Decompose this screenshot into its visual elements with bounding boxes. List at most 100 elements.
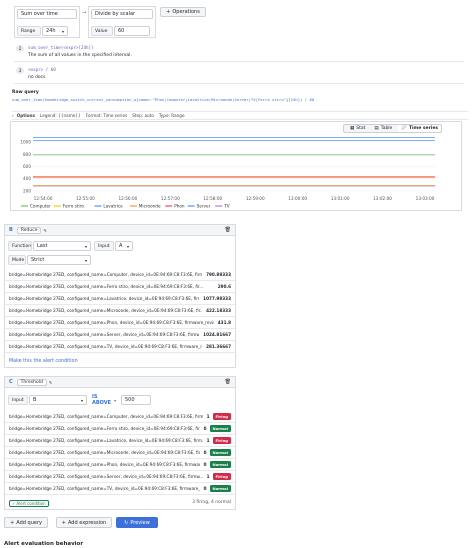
tab-table[interactable]: ▤ Table xyxy=(371,125,395,132)
range-select[interactable]: 24h ▾ xyxy=(42,26,68,36)
edit-icon[interactable]: ✎ xyxy=(43,228,46,233)
function-select[interactable]: Last ▾ xyxy=(33,241,91,251)
x-tick-label: 12:57:00 xyxy=(161,196,180,201)
value-input[interactable]: 60 xyxy=(114,26,150,36)
add-query-button[interactable]: + Add query xyxy=(4,517,48,528)
options-legend: Legend: {{name}} xyxy=(40,113,81,118)
legend-label: Phon xyxy=(174,204,185,209)
chevron-down-icon: ▾ xyxy=(114,397,117,403)
x-tick-label: 12:56:00 xyxy=(118,196,137,201)
raw-query-section: Raw query sum_over_time(homebridge_switc… xyxy=(12,90,468,106)
table-row: bridge=Homebridge 27ED, configured_name=… xyxy=(5,341,235,353)
chart-line-icon: 📈 xyxy=(401,126,407,131)
input-label: Input xyxy=(8,395,28,405)
range-label: Range xyxy=(17,26,41,36)
options-format: Format: Time series xyxy=(85,113,128,118)
arrow-icon: → xyxy=(82,10,87,16)
preview-chart-panel: ▦ Stat ▤ Table 📈 Time series 1000 800 600 400 2… xyxy=(10,121,462,211)
function-label: Function xyxy=(8,241,32,251)
card-letter: B xyxy=(9,227,13,233)
trash-icon[interactable]: 🗑 xyxy=(225,379,231,385)
options-label: Options xyxy=(16,113,36,118)
docs-row-2: 2 sum_over_time(<expr>[24h]) The sum of … xyxy=(14,44,464,62)
chevron-down-icon: ▾ xyxy=(80,397,83,403)
y-tick-label: 400 xyxy=(23,176,31,181)
legend-label: Ferro stiro xyxy=(63,204,85,209)
raw-query-text: sum_over_time(homebridge_switch_current_… xyxy=(12,97,315,102)
status-badge: Normal xyxy=(209,449,231,456)
input-select[interactable]: B ▾ xyxy=(29,395,87,405)
table-row: bridge=Homebridge 27ED, configured_name=… xyxy=(5,411,235,423)
input-select[interactable]: A ▾ xyxy=(115,241,133,251)
input-label: Input xyxy=(94,241,114,251)
mode-select[interactable]: Strict ▾ xyxy=(27,255,91,265)
time-series-chart: 1000 800 600 400 20012:54:00 12:55:00 12:56:00… xyxy=(20,136,435,209)
query-builder-panel: Sum over time Range 24h ▾ → Divide by sca… xyxy=(6,4,468,92)
table-row: bridge=Homebridge 27ED, configured_name=… xyxy=(5,483,235,495)
options-bar[interactable]: › Options Legend: {{name}} Format: Time … xyxy=(12,111,468,120)
make-alert-condition-link[interactable]: Make this the alert condition xyxy=(9,359,78,364)
operation-card-divide: Divide by scalar Value 60 xyxy=(88,6,156,38)
table-row: bridge=Homebridge 27ED, configured_name=… xyxy=(5,269,235,281)
legend-label: Microonde xyxy=(139,204,161,209)
threshold-input[interactable]: 500 xyxy=(121,395,151,405)
mode-label: Mode xyxy=(8,255,26,265)
plus-icon: + xyxy=(166,9,171,15)
status-badge: Normal xyxy=(209,461,231,468)
threshold-summary: 3 firing, 4 normal xyxy=(192,500,231,505)
x-tick-label: 12:59:00 xyxy=(246,196,265,201)
view-tabs: ▦ Stat ▤ Table 📈 Time series xyxy=(343,124,443,133)
card-header: B Reduce ✎ 🗑 xyxy=(5,225,235,236)
plus-icon: + xyxy=(10,519,15,526)
expression-card-threshold: C Threshold ✎ 🗑 Input B ▾ IS ABOVE ▾ 500 b… xyxy=(4,376,236,510)
table-row: bridge=Homebridge 27ED, configured_name=… xyxy=(5,423,235,435)
options-step: Step: auto xyxy=(132,113,154,118)
table-row: bridge=Homebridge 27ED, configured_name=… xyxy=(5,435,235,447)
status-badge: Firing xyxy=(212,437,231,444)
doc-code: sum_over_time(<expr>[24h]) xyxy=(28,45,94,50)
y-tick-label: 600 xyxy=(23,164,31,169)
chevron-down-icon: ▾ xyxy=(126,243,129,249)
operations-button[interactable]: + Operations xyxy=(160,7,206,17)
function-select[interactable]: Sum over time xyxy=(17,9,77,19)
status-badge: Normal xyxy=(209,485,231,492)
tab-stat[interactable]: ▦ Stat xyxy=(347,125,368,132)
value-label: Value xyxy=(91,26,113,36)
stat-icon: ▦ xyxy=(350,126,355,131)
legend-label: Lavatrice xyxy=(103,204,123,209)
table-row: bridge=Homebridge 27ED, configured_name=… xyxy=(5,317,235,329)
divide-select[interactable]: Divide by scalar xyxy=(91,9,153,19)
tab-time-series[interactable]: 📈 Time series xyxy=(398,125,442,132)
edit-icon[interactable]: ✎ xyxy=(49,380,52,385)
doc-text: The sum of all values in the specified i… xyxy=(28,53,132,58)
preview-button[interactable]: ↻ Preview xyxy=(116,517,158,528)
card-letter: C xyxy=(9,379,13,385)
check-icon: ✓ xyxy=(12,501,16,506)
section-heading: Alert evaluation behavior xyxy=(4,541,84,547)
y-tick-label: 1000 xyxy=(20,140,31,145)
card-title-box[interactable]: Reduce xyxy=(16,226,42,234)
x-tick-label: 13:03:00 xyxy=(416,196,435,201)
operation-card-sum-over-time: Sum over time Range 24h ▾ xyxy=(14,6,80,38)
alert-condition-badge: ✓ Alert condition xyxy=(9,500,49,507)
doc-text: no docs xyxy=(28,75,46,80)
table-row: bridge=Homebridge 27ED, configured_name=… xyxy=(5,305,235,317)
card-header: C Threshold ✎ 🗑 xyxy=(5,377,235,388)
table-row: bridge=Homebridge 27ED, configured_name=… xyxy=(5,447,235,459)
table-row: bridge=Homebridge 27ED, configured_name=… xyxy=(5,281,235,293)
card-title-box[interactable]: Threshold xyxy=(16,378,47,386)
x-tick-label: 13:00:00 xyxy=(288,196,307,201)
plus-icon: + xyxy=(61,519,66,526)
chevron-down-icon: ▾ xyxy=(61,28,64,34)
table-row: bridge=Homebridge 27ED, configured_name=… xyxy=(5,329,235,341)
refresh-icon: ↻ xyxy=(124,519,129,526)
y-tick-label: 800 xyxy=(23,152,31,157)
doc-code: <expr> / 60 xyxy=(28,67,56,72)
trash-icon[interactable]: 🗑 xyxy=(225,227,231,233)
add-expression-button[interactable]: + Add expression xyxy=(56,517,112,528)
x-tick-label: 12:55:00 xyxy=(76,196,95,201)
threshold-results: bridge=Homebridge 27ED, configured_name=… xyxy=(5,411,235,495)
table-row: bridge=Homebridge 27ED, configured_name=… xyxy=(5,471,235,483)
operator-select[interactable]: IS ABOVE ▾ xyxy=(89,394,119,406)
raw-query-title: Raw query xyxy=(12,90,39,95)
